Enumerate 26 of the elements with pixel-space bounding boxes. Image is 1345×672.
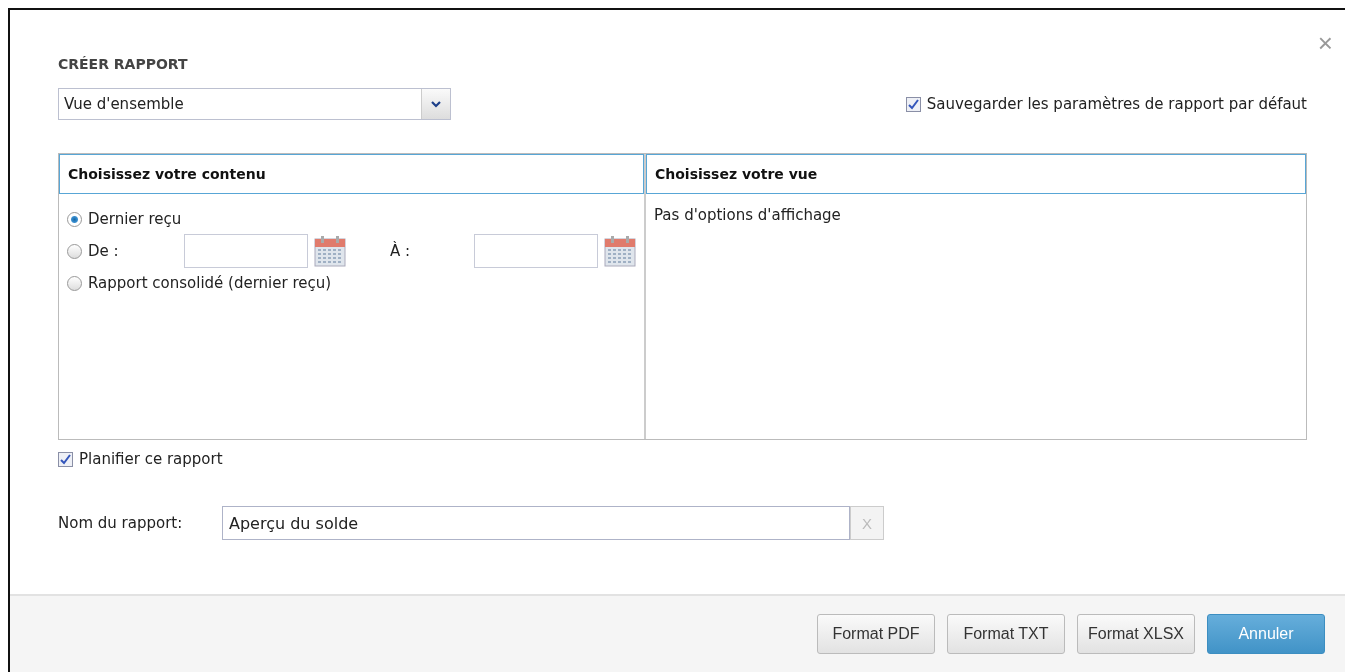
report-name-field[interactable]: Aperçu du solde [222, 506, 850, 540]
panel-heading: Choisissez votre contenu [59, 154, 644, 194]
radio-label: Rapport consolidé (dernier reçu) [88, 274, 332, 292]
export-button[interactable]: Format PDF [816, 614, 935, 654]
chevron-down-icon [431, 100, 441, 108]
radio-button[interactable] [67, 243, 82, 259]
radio-button[interactable] [67, 275, 82, 291]
calendar-icon[interactable] [604, 235, 636, 267]
empty-message: Pas d'options d'affichage [654, 206, 842, 224]
export-button[interactable]: Format TXT [946, 614, 1065, 654]
date-field[interactable] [184, 234, 308, 268]
checkbox[interactable] [58, 451, 73, 467]
radio-button[interactable] [67, 211, 82, 227]
field-label: Nom du rapport: [58, 514, 184, 532]
checkbox-label: Planifier ce rapport [79, 450, 223, 468]
panel-heading: Choisissez votre vue [646, 154, 1306, 194]
radio-label: Dernier reçu [88, 210, 182, 228]
checkbox[interactable] [905, 96, 921, 112]
radio-label: De : [88, 242, 120, 260]
date-field[interactable] [474, 234, 598, 268]
checkbox-label: Sauvegarder les paramètres de rapport par défaut [926, 95, 1307, 113]
dialog-title: CRÉER RAPPORT [58, 56, 189, 72]
field-label: À : [390, 242, 412, 260]
report-type-dropdown[interactable]: Vue d'ensemble [58, 88, 451, 120]
export-button[interactable]: Format XLSX [1076, 614, 1195, 654]
calendar-icon[interactable] [314, 235, 346, 267]
